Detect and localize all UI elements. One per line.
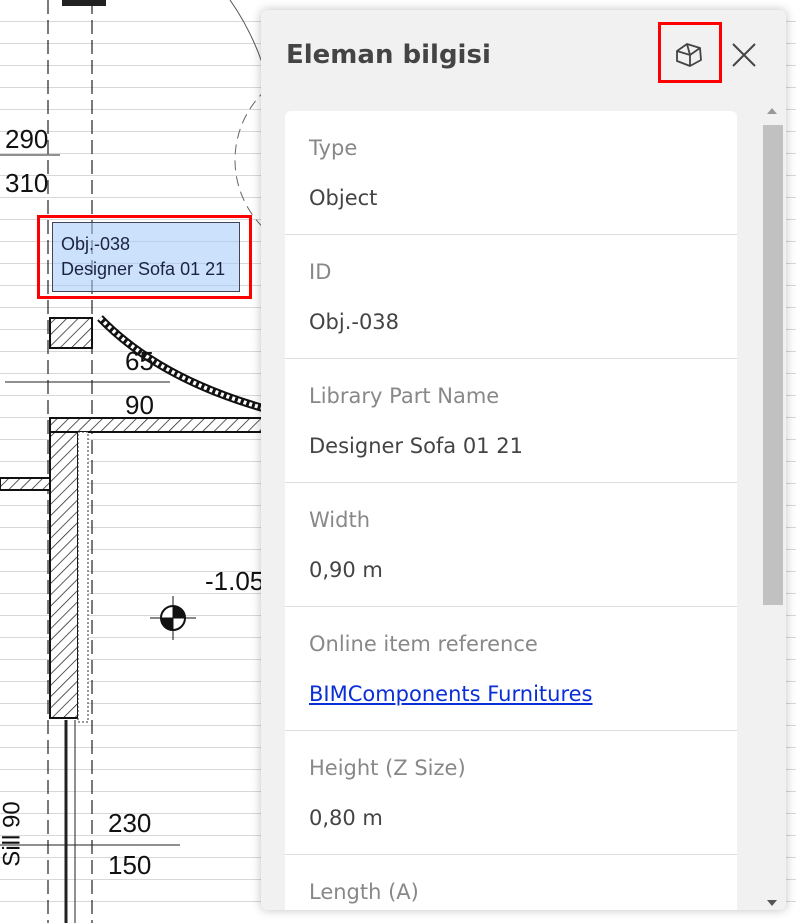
sill-label: Sill 90 — [0, 801, 26, 867]
dimension-290: 290 — [5, 124, 49, 154]
property-value: 0,80 m — [309, 806, 383, 830]
properties-list: Type Object ID Obj.-038 Library Part Name D… — [285, 111, 737, 910]
3d-button-highlight — [658, 22, 722, 83]
property-id: ID Obj.-038 — [285, 235, 737, 359]
property-key: Library Part Name — [309, 384, 500, 408]
close-button[interactable] — [721, 32, 767, 78]
property-length: Length (A) — [285, 855, 737, 910]
scrollbar-thumb[interactable] — [763, 125, 783, 605]
property-library-part-name: Library Part Name Designer Sofa 01 21 — [285, 359, 737, 483]
dimension-230: 230 — [108, 808, 152, 838]
selection-highlight — [37, 215, 252, 299]
panel-scrollbar[interactable] — [761, 102, 783, 910]
scroll-up-icon[interactable] — [767, 108, 777, 114]
scroll-down-icon[interactable] — [767, 900, 777, 906]
dimension-150: 150 — [108, 850, 152, 880]
property-online-reference: Online item reference BIMComponents Furni… — [285, 607, 737, 731]
panel-title: Eleman bilgisi — [286, 40, 491, 70]
close-icon — [732, 43, 756, 67]
property-width: Width 0,90 m — [285, 483, 737, 607]
property-type: Type Object — [285, 111, 737, 235]
property-value: Designer Sofa 01 21 — [309, 434, 523, 458]
property-value: Object — [309, 186, 378, 210]
property-value: 0,90 m — [309, 558, 383, 582]
dimension-90: 90 — [125, 390, 154, 420]
property-key: Height (Z Size) — [309, 756, 466, 780]
property-key: Width — [309, 508, 371, 532]
property-key: Length (A) — [309, 880, 419, 904]
property-value: Obj.-038 — [309, 310, 400, 334]
property-key: Online item reference — [309, 632, 538, 656]
online-reference-link[interactable]: BIMComponents Furnitures — [309, 682, 592, 706]
property-key: Type — [309, 136, 358, 160]
element-info-panel: Eleman bilgisi Type Object ID Obj.-038 Lib… — [261, 10, 786, 910]
dimension-310: 310 — [5, 168, 49, 198]
property-height: Height (Z Size) 0,80 m — [285, 731, 737, 855]
property-key: ID — [309, 260, 332, 284]
elevation-label: -1.05 — [205, 566, 265, 596]
dimension-65: 65 — [125, 346, 154, 376]
